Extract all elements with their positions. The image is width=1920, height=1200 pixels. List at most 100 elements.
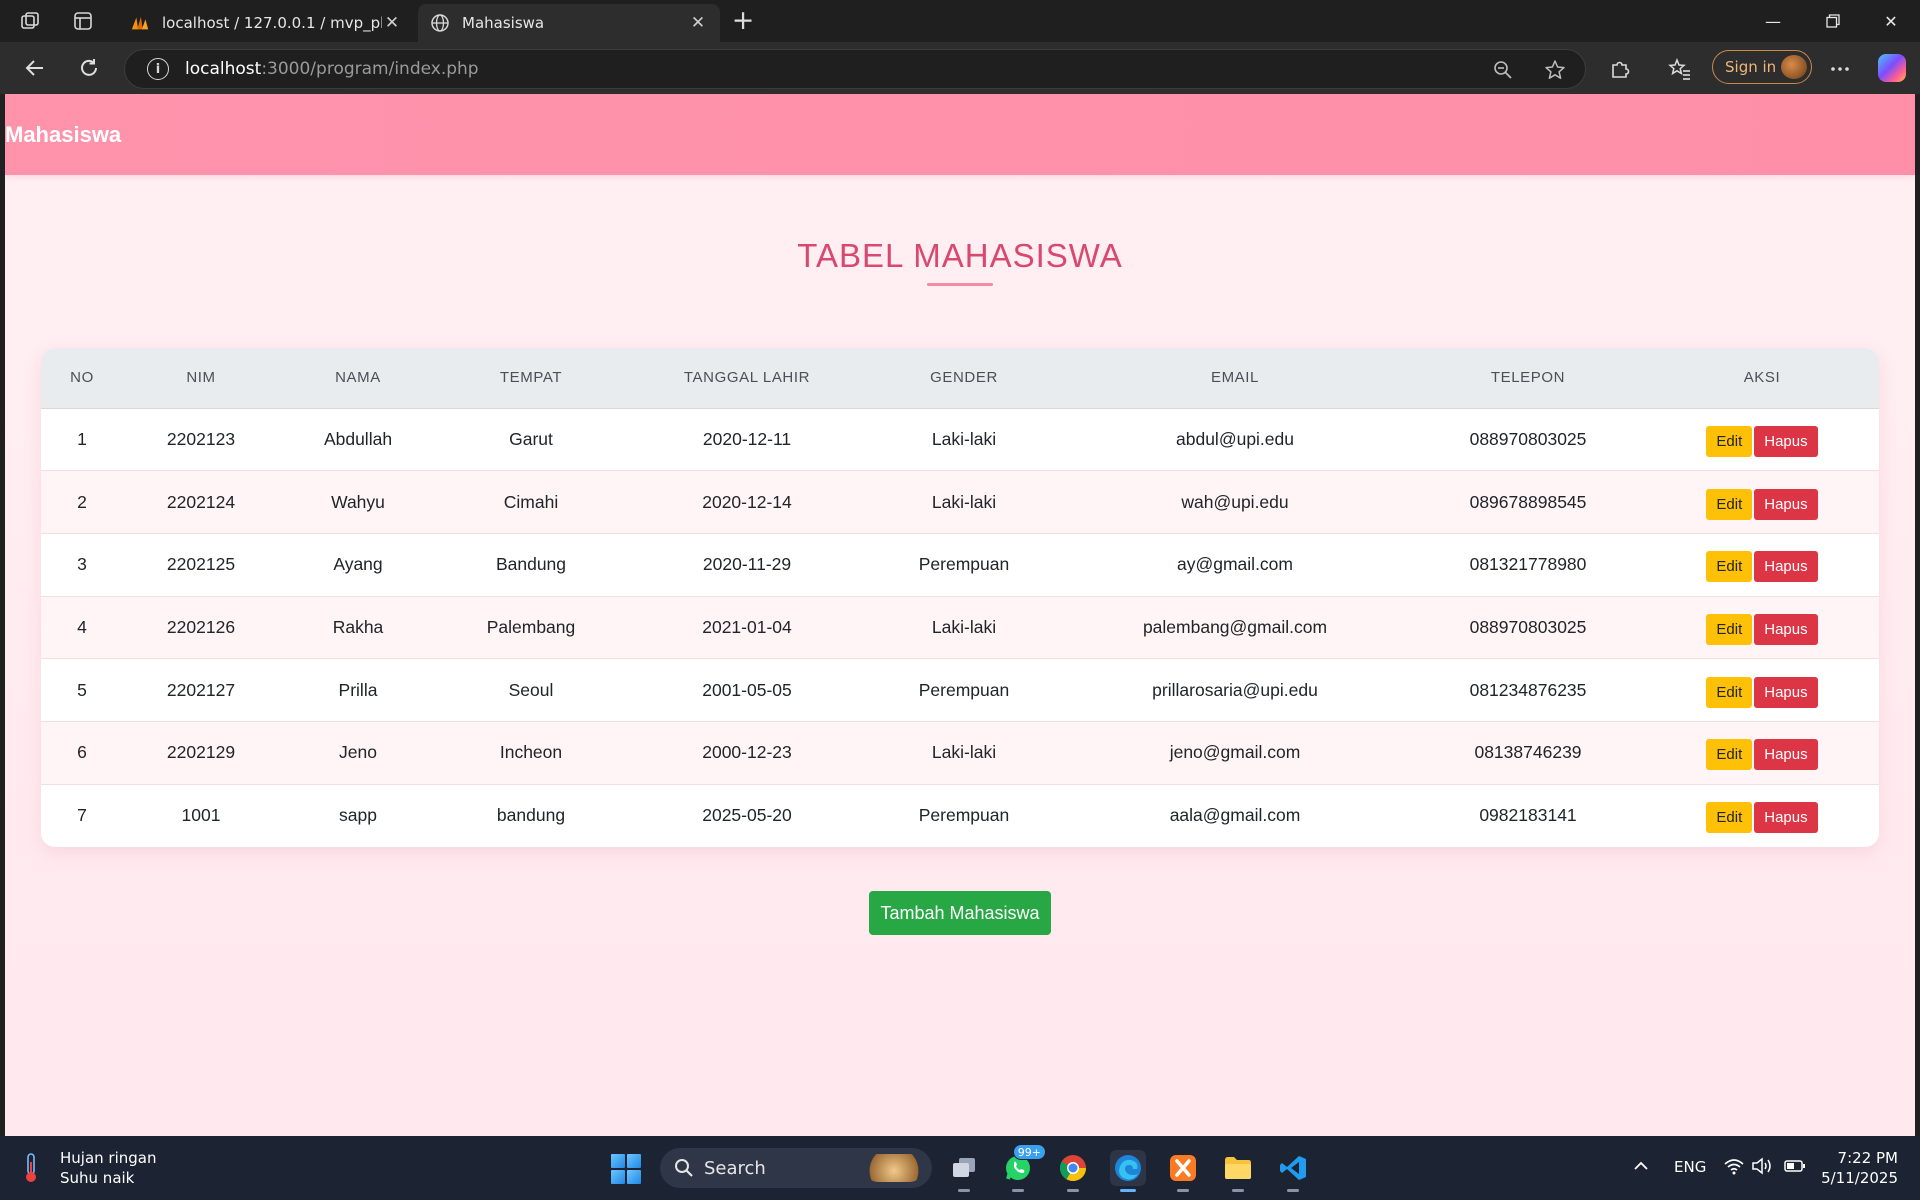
cell-aksi: Edit Hapus <box>1645 658 1879 722</box>
weather-widget[interactable]: Hujan ringan Suhu naik <box>22 1148 156 1188</box>
phpmyadmin-icon <box>130 13 150 33</box>
tab-mahasiswa[interactable]: Mahasiswa ✕ <box>418 4 720 42</box>
edge-icon[interactable] <box>1110 1150 1146 1192</box>
url-text[interactable]: localhost:3000/program/index.php <box>185 59 479 79</box>
cell-aksi: Edit Hapus <box>1645 783 1879 847</box>
edit-button[interactable]: Edit <box>1706 551 1753 583</box>
cell-tempat: bandung <box>437 783 625 847</box>
cell-gender: Laki-laki <box>869 720 1059 785</box>
volume-icon[interactable] <box>1750 1154 1774 1178</box>
navbar-brand[interactable]: Mahasiswa <box>5 122 121 148</box>
edit-button[interactable]: Edit <box>1706 613 1753 645</box>
column-header-aksi: AKSI <box>1645 348 1879 409</box>
language-indicator[interactable]: ENG <box>1674 1158 1706 1176</box>
vertical-tabs-icon[interactable] <box>70 9 96 33</box>
cell-gender: Perempuan <box>869 658 1059 722</box>
cell-nama: Ayang <box>279 532 437 597</box>
student-table-card: NO NIM NAMA TEMPAT TANGGAL LAHIR GENDER … <box>41 348 1879 847</box>
cell-tempat: Garut <box>509 428 553 449</box>
battery-icon[interactable] <box>1783 1154 1807 1178</box>
add-student-button[interactable]: Tambah Mahasiswa <box>869 891 1051 935</box>
favorite-star-icon[interactable] <box>1541 56 1569 84</box>
system-clock[interactable]: 7:22 PM 5/11/2025 <box>1821 1148 1898 1188</box>
delete-button[interactable]: Hapus <box>1754 613 1818 645</box>
cell-tempat: Seoul <box>437 658 625 722</box>
column-header-gender: GENDER <box>869 348 1059 409</box>
table-row: 1 2202123 Abdullah Garut 2020-12-11 Laki… <box>41 408 1879 471</box>
new-tab-icon[interactable]: + <box>728 6 758 36</box>
cell-nim: 2202127 <box>123 658 279 722</box>
cell-telepon: 089678898545 <box>1411 470 1645 534</box>
delete-button[interactable]: Hapus <box>1754 739 1818 771</box>
xampp-icon[interactable] <box>1165 1150 1201 1192</box>
table-row: 7 1001 sapp bandung 2025-05-20 Perempuan… <box>41 783 1879 847</box>
file-explorer-icon[interactable] <box>1220 1150 1256 1192</box>
column-header-no: NO <box>41 348 123 409</box>
title-underline <box>927 283 993 286</box>
cell-telepon: 081234876235 <box>1411 658 1645 722</box>
wifi-icon[interactable] <box>1722 1154 1746 1178</box>
clock-time: 7:22 PM <box>1837 1149 1898 1167</box>
column-header-nim: NIM <box>123 348 279 409</box>
close-icon[interactable]: ✕ <box>688 13 708 33</box>
site-info-icon[interactable]: i <box>147 58 169 80</box>
cell-nama: sapp <box>279 783 437 847</box>
tab-title: Mahasiswa <box>462 14 545 32</box>
start-icon[interactable] <box>611 1154 641 1184</box>
whatsapp-icon[interactable]: 99+ <box>1000 1144 1046 1192</box>
refresh-icon[interactable] <box>74 54 104 82</box>
edit-button[interactable]: Edit <box>1706 488 1753 520</box>
favorites-icon[interactable] <box>1666 55 1694 83</box>
minimize-icon[interactable]: — <box>1744 0 1802 42</box>
tab-title: localhost / 127.0.0.1 / mvp_php / <box>162 14 382 32</box>
cell-email: palembang@gmail.com <box>1059 595 1411 659</box>
cell-email: jeno@gmail.com <box>1059 720 1411 785</box>
browser-toolbar: i localhost:3000/program/index.php Sign … <box>0 42 1920 94</box>
cell-nim: 2202123 <box>166 428 236 449</box>
cell-tanggal-lahir: 2020-11-29 <box>625 532 869 597</box>
table-row: 3 2202125 Ayang Bandung 2020-11-29 Perem… <box>41 532 1879 597</box>
cell-email: abdul@upi.edu <box>1176 428 1294 449</box>
delete-button[interactable]: Hapus <box>1754 425 1818 457</box>
column-header-tempat: TEMPAT <box>437 348 625 409</box>
task-view-icon[interactable] <box>946 1150 982 1192</box>
copilot-icon[interactable] <box>1878 54 1906 82</box>
cell-aksi: Edit Hapus <box>1645 408 1879 471</box>
delete-button[interactable]: Hapus <box>1754 802 1818 834</box>
delete-button[interactable]: Hapus <box>1754 551 1818 583</box>
sign-in-button[interactable]: Sign in <box>1712 50 1812 84</box>
edit-button[interactable]: Edit <box>1706 425 1753 457</box>
window-close-icon[interactable]: ✕ <box>1862 0 1920 42</box>
cell-tempat: Incheon <box>437 720 625 785</box>
cell-no: 6 <box>41 720 123 785</box>
tab-phpmyadmin[interactable]: localhost / 127.0.0.1 / mvp_php / ✕ <box>118 4 414 42</box>
restore-icon[interactable] <box>1804 0 1862 42</box>
cell-tempat: Bandung <box>437 532 625 597</box>
zoom-icon[interactable] <box>1489 56 1517 84</box>
edit-button[interactable]: Edit <box>1706 676 1753 708</box>
back-icon[interactable] <box>20 54 50 82</box>
delete-button[interactable]: Hapus <box>1754 676 1818 708</box>
extensions-icon[interactable] <box>1606 55 1634 83</box>
more-menu-icon[interactable] <box>1826 55 1854 83</box>
vscode-icon[interactable] <box>1275 1150 1311 1192</box>
search-highlight-image <box>864 1154 924 1182</box>
chevron-up-icon[interactable] <box>1629 1154 1653 1178</box>
cell-nama: Abdullah <box>323 428 393 449</box>
column-header-nama: NAMA <box>279 348 437 409</box>
cell-tanggal-lahir: 2021-01-04 <box>625 595 869 659</box>
taskbar: Hujan ringan Suhu naik Search 99+ ENG 7:… <box>0 1136 1920 1200</box>
delete-button[interactable]: Hapus <box>1754 488 1818 520</box>
address-bar[interactable]: i localhost:3000/program/index.php <box>124 49 1586 89</box>
workspaces-icon[interactable] <box>18 9 44 33</box>
close-icon[interactable]: ✕ <box>382 13 402 33</box>
cell-email: ay@gmail.com <box>1059 532 1411 597</box>
edit-button[interactable]: Edit <box>1706 739 1753 771</box>
cell-gender: Perempuan <box>869 532 1059 597</box>
cell-nim: 2202124 <box>123 470 279 534</box>
chrome-icon[interactable] <box>1055 1150 1091 1192</box>
cell-tempat: Cimahi <box>437 470 625 534</box>
cell-gender: Laki-laki <box>869 595 1059 659</box>
edit-button[interactable]: Edit <box>1706 802 1753 834</box>
taskbar-search[interactable]: Search <box>660 1148 932 1188</box>
